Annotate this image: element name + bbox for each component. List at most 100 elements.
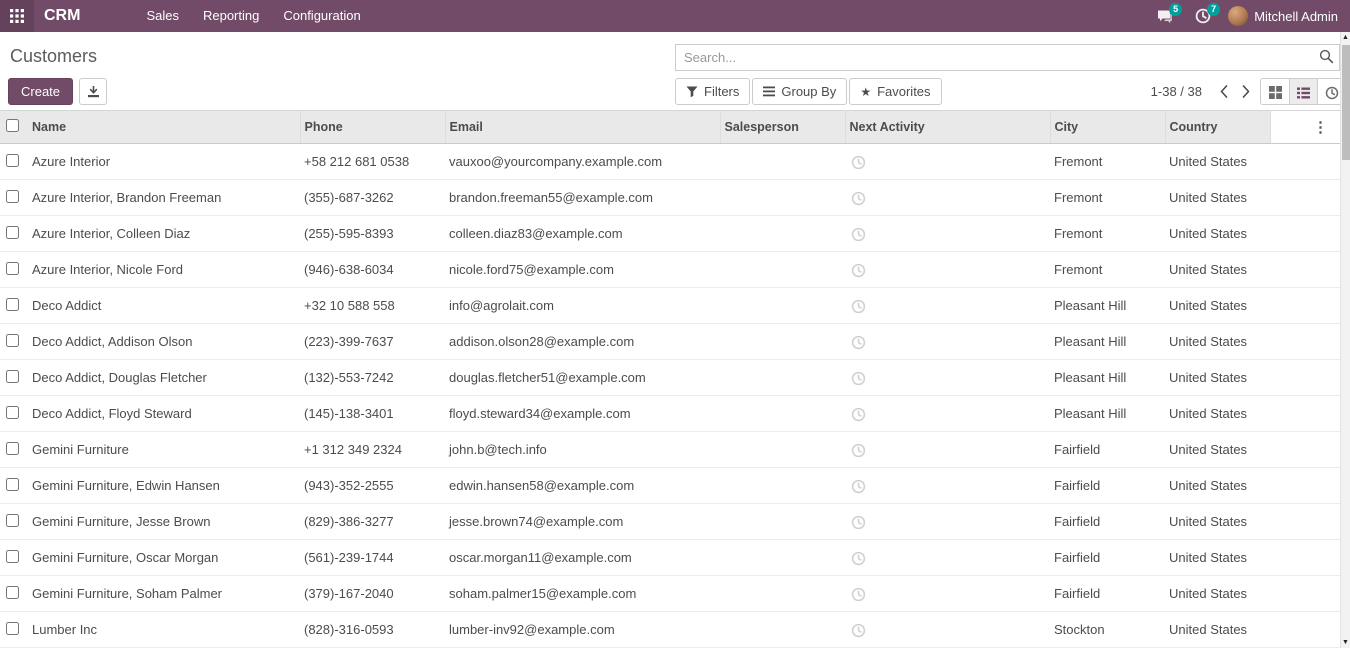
- list-view-button[interactable]: [1289, 79, 1317, 105]
- cell-name: Azure Interior, Brandon Freeman: [28, 180, 300, 216]
- search-icon[interactable]: [1319, 49, 1334, 69]
- scrollbar-thumb[interactable]: [1342, 45, 1350, 160]
- next-activity-clock-icon[interactable]: [851, 479, 866, 494]
- cell-email: colleen.diaz83@example.com: [445, 216, 720, 252]
- next-activity-clock-icon[interactable]: [851, 371, 866, 386]
- scroll-up-arrow[interactable]: ▲: [1341, 32, 1350, 43]
- next-activity-clock-icon[interactable]: [851, 263, 866, 278]
- group-by-label: Group By: [781, 84, 836, 99]
- cell-country: United States: [1165, 468, 1270, 504]
- vertical-scrollbar[interactable]: ▲ ▼: [1340, 32, 1350, 648]
- row-checkbox[interactable]: [6, 154, 19, 167]
- row-select-cell: [0, 144, 28, 180]
- row-checkbox[interactable]: [6, 190, 19, 203]
- table-row[interactable]: Azure Interior, Brandon Freeman(355)-687…: [0, 180, 1340, 216]
- search-input[interactable]: [675, 44, 1340, 71]
- row-checkbox[interactable]: [6, 334, 19, 347]
- column-header-country[interactable]: Country: [1165, 111, 1270, 144]
- cell-country: United States: [1165, 396, 1270, 432]
- pager-next-button[interactable]: [1236, 83, 1256, 100]
- row-checkbox[interactable]: [6, 370, 19, 383]
- next-activity-clock-icon[interactable]: [851, 623, 866, 638]
- column-header-email[interactable]: Email: [445, 111, 720, 144]
- messages-button[interactable]: 5: [1146, 0, 1184, 32]
- top-navbar: CRM Sales Reporting Configuration 5 7 Mi…: [0, 0, 1350, 32]
- pager-previous-button[interactable]: [1214, 83, 1234, 100]
- chevron-left-icon: [1220, 85, 1228, 98]
- table-row[interactable]: Gemini Furniture+1 312 349 2324john.b@te…: [0, 432, 1340, 468]
- table-row[interactable]: Gemini Furniture, Jesse Brown(829)-386-3…: [0, 504, 1340, 540]
- menu-configuration[interactable]: Configuration: [271, 0, 372, 32]
- cell-salesperson: [720, 324, 845, 360]
- activity-view-icon: [1325, 86, 1339, 100]
- row-checkbox[interactable]: [6, 262, 19, 275]
- row-checkbox[interactable]: [6, 622, 19, 635]
- apps-menu-button[interactable]: [0, 0, 34, 32]
- table-row[interactable]: Deco Addict, Floyd Steward(145)-138-3401…: [0, 396, 1340, 432]
- table-row[interactable]: Gemini Furniture, Soham Palmer(379)-167-…: [0, 576, 1340, 612]
- table-row[interactable]: Gemini Furniture, Oscar Morgan(561)-239-…: [0, 540, 1340, 576]
- app-brand[interactable]: CRM: [44, 7, 80, 25]
- create-button[interactable]: Create: [8, 78, 73, 105]
- row-checkbox[interactable]: [6, 550, 19, 563]
- cell-country: United States: [1165, 180, 1270, 216]
- menu-sales[interactable]: Sales: [134, 0, 191, 32]
- cell-city: Pleasant Hill: [1050, 360, 1165, 396]
- cell-filler: [1270, 180, 1340, 216]
- row-checkbox[interactable]: [6, 298, 19, 311]
- next-activity-clock-icon[interactable]: [851, 155, 866, 170]
- activities-button[interactable]: 7: [1184, 0, 1222, 32]
- next-activity-clock-icon[interactable]: [851, 515, 866, 530]
- table-row[interactable]: Azure Interior+58 212 681 0538vauxoo@you…: [0, 144, 1340, 180]
- cell-email: jesse.brown74@example.com: [445, 504, 720, 540]
- next-activity-clock-icon[interactable]: [851, 443, 866, 458]
- cell-country: United States: [1165, 612, 1270, 648]
- export-button[interactable]: [79, 78, 107, 105]
- activities-badge: 7: [1207, 3, 1220, 16]
- select-all-checkbox[interactable]: [6, 119, 19, 132]
- filters-button[interactable]: Filters: [675, 78, 750, 105]
- row-checkbox[interactable]: [6, 406, 19, 419]
- table-row[interactable]: Deco Addict, Douglas Fletcher(132)-553-7…: [0, 360, 1340, 396]
- next-activity-clock-icon[interactable]: [851, 299, 866, 314]
- user-menu[interactable]: Mitchell Admin: [1222, 0, 1344, 32]
- row-checkbox[interactable]: [6, 226, 19, 239]
- cell-email: floyd.steward34@example.com: [445, 396, 720, 432]
- next-activity-clock-icon[interactable]: [851, 191, 866, 206]
- row-checkbox[interactable]: [6, 478, 19, 491]
- column-header-phone[interactable]: Phone: [300, 111, 445, 144]
- customers-table: Name Phone Email Salesperson Next Activi…: [0, 110, 1340, 648]
- table-row[interactable]: Azure Interior, Colleen Diaz(255)-595-83…: [0, 216, 1340, 252]
- table-row[interactable]: Gemini Furniture, Edwin Hansen(943)-352-…: [0, 468, 1340, 504]
- cell-country: United States: [1165, 576, 1270, 612]
- cell-name: Gemini Furniture, Oscar Morgan: [28, 540, 300, 576]
- cell-name: Gemini Furniture, Soham Palmer: [28, 576, 300, 612]
- cell-country: United States: [1165, 288, 1270, 324]
- table-row[interactable]: Deco Addict+32 10 588 558info@agrolait.c…: [0, 288, 1340, 324]
- kanban-view-button[interactable]: [1261, 79, 1289, 105]
- cell-salesperson: [720, 288, 845, 324]
- next-activity-clock-icon[interactable]: [851, 335, 866, 350]
- next-activity-clock-icon[interactable]: [851, 551, 866, 566]
- column-header-next-activity[interactable]: Next Activity: [845, 111, 1050, 144]
- menu-reporting[interactable]: Reporting: [191, 0, 271, 32]
- table-row[interactable]: Lumber Inc(828)-316-0593lumber-inv92@exa…: [0, 612, 1340, 648]
- table-row[interactable]: Azure Interior, Nicole Ford(946)-638-603…: [0, 252, 1340, 288]
- next-activity-clock-icon[interactable]: [851, 587, 866, 602]
- favorites-label: Favorites: [877, 84, 930, 99]
- next-activity-clock-icon[interactable]: [851, 227, 866, 242]
- group-by-button[interactable]: Group By: [752, 78, 847, 105]
- row-checkbox[interactable]: [6, 514, 19, 527]
- row-checkbox[interactable]: [6, 442, 19, 455]
- scroll-down-arrow[interactable]: ▼: [1341, 637, 1350, 648]
- table-row[interactable]: Deco Addict, Addison Olson(223)-399-7637…: [0, 324, 1340, 360]
- optional-columns-toggle[interactable]: ⋮: [1309, 118, 1332, 137]
- cell-salesperson: [720, 540, 845, 576]
- cell-name: Azure Interior, Colleen Diaz: [28, 216, 300, 252]
- row-checkbox[interactable]: [6, 586, 19, 599]
- column-header-city[interactable]: City: [1050, 111, 1165, 144]
- column-header-name[interactable]: Name: [28, 111, 300, 144]
- next-activity-clock-icon[interactable]: [851, 407, 866, 422]
- column-header-salesperson[interactable]: Salesperson: [720, 111, 845, 144]
- favorites-button[interactable]: ★ Favorites: [849, 78, 941, 105]
